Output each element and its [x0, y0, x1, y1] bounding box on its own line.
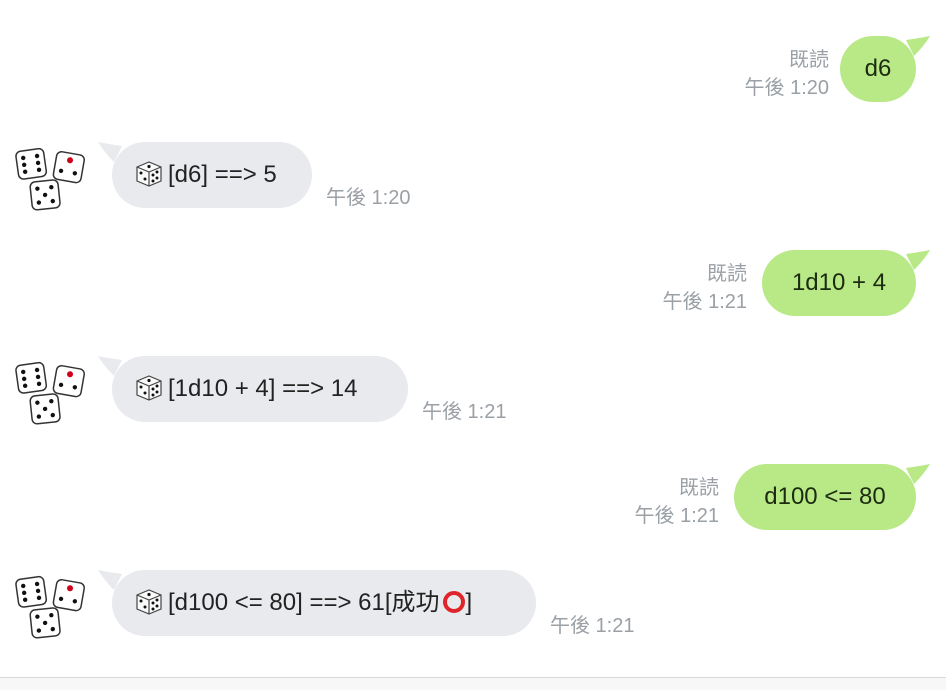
dice-avatar-icon[interactable]	[14, 360, 90, 428]
message-time: 午後 1:21	[662, 291, 747, 313]
outgoing-message-bubble[interactable]: d6	[840, 36, 916, 102]
message-time: 午後 1:20	[326, 187, 411, 209]
message-time: 午後 1:21	[422, 401, 507, 423]
bubble-tail-icon	[906, 36, 930, 56]
message-row-incoming: [d6] ==> 5 午後 1:20	[0, 142, 946, 212]
incoming-message-bubble[interactable]: [1d10 + 4] ==> 14	[112, 356, 408, 422]
message-text: d100 <= 80	[764, 483, 886, 510]
message-text: [d6] ==> 5	[168, 161, 277, 188]
game-die-icon	[136, 589, 162, 615]
message-text: 1d10 + 4	[791, 269, 887, 296]
message-text: [1d10 + 4] ==> 14	[168, 375, 358, 402]
dice-avatar-icon[interactable]	[14, 574, 90, 642]
bubble-tail-icon	[906, 250, 930, 270]
message-row-incoming: [d100 <= 80] ==> 61[成功 ] 午後 1:21	[0, 570, 946, 640]
dice-avatar-icon[interactable]	[14, 146, 90, 214]
read-receipt: 既読	[707, 263, 747, 285]
game-die-icon	[136, 161, 162, 187]
chat-window: 既読 午後 1:20 d6 [d6] ==> 5 午後 1:20 既読 午後 1…	[0, 0, 946, 690]
message-row-outgoing: 既読 午後 1:20 d6	[0, 36, 946, 106]
message-text: d6	[864, 55, 892, 82]
read-receipt: 既読	[679, 477, 719, 499]
message-meta: 既読 午後 1:21	[663, 260, 747, 316]
message-time: 午後 1:21	[634, 505, 719, 527]
input-bar-edge	[0, 677, 946, 690]
message-row-outgoing: 既読 午後 1:21 d100 <= 80	[0, 464, 946, 534]
message-time: 午後 1:20	[744, 77, 829, 99]
outgoing-message-bubble[interactable]: d100 <= 80	[734, 464, 916, 530]
message-meta: 既読 午後 1:20	[745, 46, 829, 102]
game-die-icon	[136, 375, 162, 401]
message-text: [d100 <= 80] ==> 61[成功	[168, 589, 440, 616]
incoming-message-bubble[interactable]: [d6] ==> 5	[112, 142, 312, 208]
outgoing-message-bubble[interactable]: 1d10 + 4	[762, 250, 916, 316]
message-text-suffix: ]	[465, 589, 473, 616]
red-circle-icon	[442, 591, 465, 613]
message-row-incoming: [1d10 + 4] ==> 14 午後 1:21	[0, 356, 946, 426]
message-row-outgoing: 既読 午後 1:21 1d10 + 4	[0, 250, 946, 320]
bubble-tail-icon	[906, 464, 930, 484]
message-time: 午後 1:21	[550, 615, 635, 637]
read-receipt: 既読	[789, 49, 829, 71]
incoming-message-bubble[interactable]: [d100 <= 80] ==> 61[成功 ]	[112, 570, 536, 636]
message-meta: 既読 午後 1:21	[635, 474, 719, 530]
